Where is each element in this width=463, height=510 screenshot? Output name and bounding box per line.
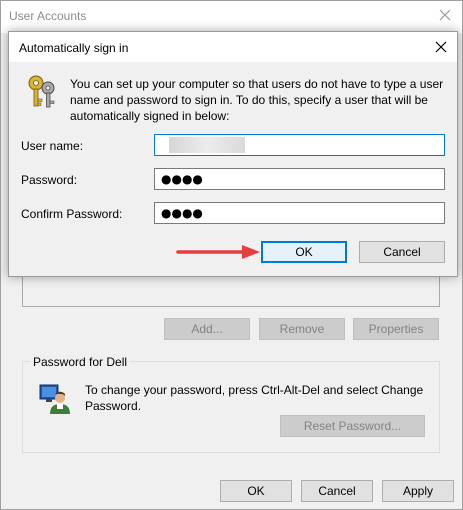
dialog-description: You can set up your computer so that use… xyxy=(70,77,444,123)
properties-button[interactable]: Properties xyxy=(353,318,439,340)
password-field[interactable]: ●●●● xyxy=(154,168,445,190)
dialog-title: Automatically sign in xyxy=(19,41,129,55)
add-button[interactable]: Add... xyxy=(164,318,250,340)
auto-sign-in-dialog: Automatically sign in You can set up you… xyxy=(8,31,458,277)
username-redacted xyxy=(169,137,245,153)
arrow-annotation xyxy=(176,245,260,259)
confirm-password-field[interactable]: ●●●● xyxy=(154,202,445,224)
parent-cancel-button[interactable]: Cancel xyxy=(301,480,373,502)
confirm-password-label: Confirm Password: xyxy=(21,207,123,221)
close-icon[interactable] xyxy=(433,39,449,55)
remove-button[interactable]: Remove xyxy=(259,318,345,340)
password-group-text: To change your password, press Ctrl-Alt-… xyxy=(85,383,424,413)
dialog-titlebar: Automatically sign in xyxy=(9,32,457,62)
parent-window-title: User Accounts xyxy=(9,9,87,23)
cancel-button[interactable]: Cancel xyxy=(359,241,445,263)
reset-password-button[interactable]: Reset Password... xyxy=(280,415,425,437)
parent-ok-button[interactable]: OK xyxy=(220,480,292,502)
password-group-title: Password for Dell xyxy=(30,355,131,369)
user-password-icon xyxy=(39,384,70,414)
parent-apply-button[interactable]: Apply xyxy=(382,480,454,502)
username-label: User name: xyxy=(21,139,84,153)
keys-icon xyxy=(28,75,55,108)
parent-titlebar: User Accounts xyxy=(1,1,462,33)
close-icon[interactable] xyxy=(437,7,453,23)
ok-button[interactable]: OK xyxy=(261,241,347,263)
password-label: Password: xyxy=(21,173,78,187)
